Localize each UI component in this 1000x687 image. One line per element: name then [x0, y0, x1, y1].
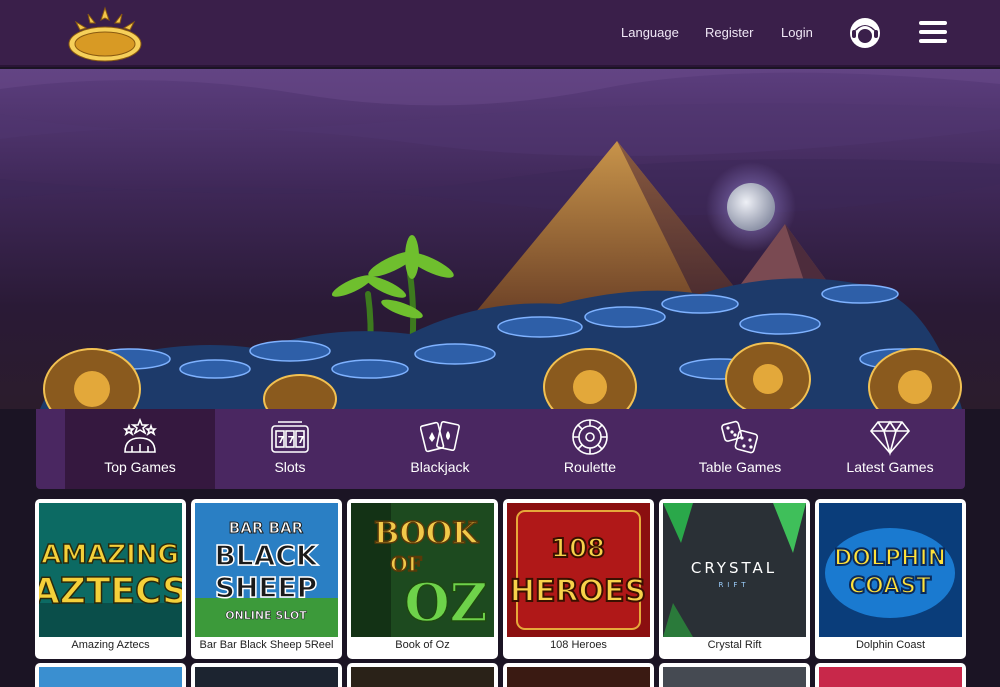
art-line: BAR BAR	[229, 519, 304, 537]
register-link[interactable]: Register	[705, 25, 753, 40]
art-line: AZTECS	[39, 571, 182, 612]
roulette-wheel-icon	[572, 419, 608, 455]
casino-logo[interactable]	[64, 6, 146, 64]
art-line: HEROES	[510, 574, 646, 609]
category-blackjack[interactable]: Blackjack	[365, 409, 515, 489]
category-label: Blackjack	[410, 459, 470, 475]
logo-icon	[68, 6, 142, 62]
game-thumbnail: 108 HEROES	[507, 503, 650, 637]
game-tile-book-of-oz[interactable]: BOOK OF OZ Book of Oz	[347, 499, 498, 659]
game-thumbnail: BOOK OF OZ	[351, 503, 494, 637]
game-name: Bar Bar Black Sheep 5Reel	[199, 639, 334, 651]
art-line: DOLPHIN	[834, 546, 946, 571]
game-name: Amazing Aztecs	[71, 639, 150, 651]
category-label: Slots	[274, 459, 306, 475]
hero-banner	[0, 69, 1000, 409]
game-thumbnail	[663, 667, 806, 687]
game-category-bar: Top Games 777 Slots Blackjack Roulette T…	[36, 409, 965, 489]
svg-text:7: 7	[298, 435, 305, 446]
art-line: BLACK	[214, 539, 318, 572]
svg-text:7: 7	[288, 435, 295, 446]
category-top-games[interactable]: Top Games	[65, 409, 215, 489]
game-tile[interactable]	[659, 663, 810, 687]
category-slots[interactable]: 777 Slots	[215, 409, 365, 489]
support-agent-icon[interactable]	[848, 16, 882, 50]
svg-text:7: 7	[278, 435, 285, 446]
art-line: BOOK	[374, 516, 479, 551]
game-tile-amazing-aztecs[interactable]: AMAZING AZTECS Amazing Aztecs	[35, 499, 186, 659]
art-line: SHEEP	[215, 571, 317, 604]
game-thumbnail	[819, 667, 962, 687]
game-thumbnail: DOLPHIN COAST	[819, 503, 962, 637]
category-label: Top Games	[104, 459, 176, 475]
game-tile-bar-bar-black-sheep[interactable]: BAR BAR BLACK SHEEP ONLINE SLOT Bar Bar …	[191, 499, 342, 659]
cards-icon	[420, 420, 460, 453]
category-label: Roulette	[563, 459, 617, 475]
game-name: Dolphin Coast	[855, 639, 926, 651]
art-line: 108	[551, 534, 605, 564]
art-line: AMAZING	[41, 540, 179, 570]
game-tile-dolphin-coast[interactable]: DOLPHIN COAST Dolphin Coast	[815, 499, 966, 659]
game-tile[interactable]	[191, 663, 342, 687]
game-tile-crystal-rift[interactable]: CRYSTAL RIFT Crystal Rift	[659, 499, 810, 659]
art-line: OZ	[404, 573, 487, 634]
hamburger-menu-icon[interactable]	[919, 21, 947, 45]
top-navigation-bar: Language Register Login	[0, 0, 1000, 67]
game-tile-108-heroes[interactable]: 108 HEROES 108 Heroes	[503, 499, 654, 659]
diamond-icon	[870, 420, 910, 456]
game-thumbnail	[507, 667, 650, 687]
game-tile[interactable]	[503, 663, 654, 687]
category-label: Latest Games	[846, 459, 934, 475]
slot-777-icon: 777	[271, 421, 309, 453]
trophy-stars-icon	[123, 418, 157, 453]
game-tile[interactable]	[35, 663, 186, 687]
art-line: COAST	[849, 574, 931, 599]
game-name: Crystal Rift	[707, 639, 762, 651]
category-label: Table Games	[698, 459, 782, 475]
category-latest-games[interactable]: Latest Games	[815, 409, 965, 489]
category-table-games[interactable]: Table Games	[665, 409, 815, 489]
game-thumbnail: CRYSTAL RIFT	[663, 503, 806, 637]
game-thumbnail	[39, 667, 182, 687]
login-link[interactable]: Login	[781, 25, 813, 40]
pyramids-chips-illustration	[0, 69, 1000, 409]
art-line: CRYSTAL	[691, 559, 777, 577]
game-thumbnail	[351, 667, 494, 687]
game-name: Book of Oz	[395, 639, 450, 651]
game-thumbnail: AMAZING AZTECS	[39, 503, 182, 637]
game-tile[interactable]	[347, 663, 498, 687]
game-name: 108 Heroes	[550, 639, 607, 651]
game-thumbnail: BAR BAR BLACK SHEEP ONLINE SLOT	[195, 503, 338, 637]
game-thumbnail	[195, 667, 338, 687]
language-link[interactable]: Language	[621, 25, 679, 40]
game-tile[interactable]	[815, 663, 966, 687]
dice-icon	[721, 420, 759, 454]
art-line: RIFT	[718, 581, 749, 589]
art-line: ONLINE SLOT	[225, 609, 307, 622]
category-roulette[interactable]: Roulette	[515, 409, 665, 489]
